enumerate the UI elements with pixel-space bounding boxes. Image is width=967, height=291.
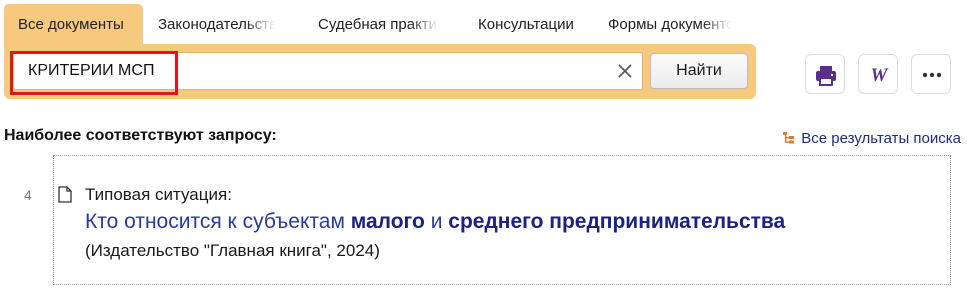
search-bar: Найти: [4, 44, 756, 99]
more-dots-icon: [922, 72, 942, 78]
result-source: (Издательство "Главная книга", 2024): [85, 241, 380, 260]
all-results-label: Все результаты поиска: [801, 129, 961, 147]
tab-court-practice[interactable]: Судебная практика: [318, 4, 444, 46]
all-results-link[interactable]: Все результаты поиска: [782, 128, 961, 148]
title-keyword: малого: [350, 210, 425, 233]
document-type-tabs: Все документы Законодательство Судебная …: [0, 0, 760, 46]
result-title-link[interactable]: Кто относится к субъектам малого и средн…: [85, 210, 785, 234]
word-export-icon: W: [871, 65, 889, 86]
print-button[interactable]: [805, 54, 845, 94]
title-part: Кто относится к субъектам: [85, 210, 351, 233]
tab-text-fade: [410, 4, 444, 46]
tree-icon: [783, 132, 795, 144]
find-button[interactable]: Найти: [650, 53, 748, 89]
result-index: 4: [24, 187, 32, 203]
tab-text-fade: [246, 4, 280, 46]
more-button[interactable]: [911, 54, 951, 94]
tab-text-fade: [702, 4, 736, 46]
search-input[interactable]: [14, 53, 604, 89]
result-doc-type: Типовая ситуация:: [85, 185, 232, 204]
export-word-button[interactable]: W: [858, 54, 898, 94]
tab-all-documents[interactable]: Все документы: [4, 4, 143, 46]
results-heading: Наиболее соответствуют запросу:: [4, 127, 277, 144]
title-part: и: [424, 210, 449, 233]
tab-label: Все документы: [18, 16, 124, 33]
printer-icon: [816, 66, 836, 86]
tab-document-forms[interactable]: Формы документов: [608, 4, 736, 46]
tab-label: Консультации: [478, 16, 574, 33]
close-icon[interactable]: [616, 62, 634, 80]
word-letter: W: [871, 65, 889, 86]
tab-legislation[interactable]: Законодательство: [158, 4, 280, 46]
document-icon: [58, 186, 72, 203]
title-keyword: среднего предпринимательства: [448, 210, 786, 233]
tab-consultations[interactable]: Консультации: [478, 4, 582, 46]
search-box: [13, 52, 643, 90]
